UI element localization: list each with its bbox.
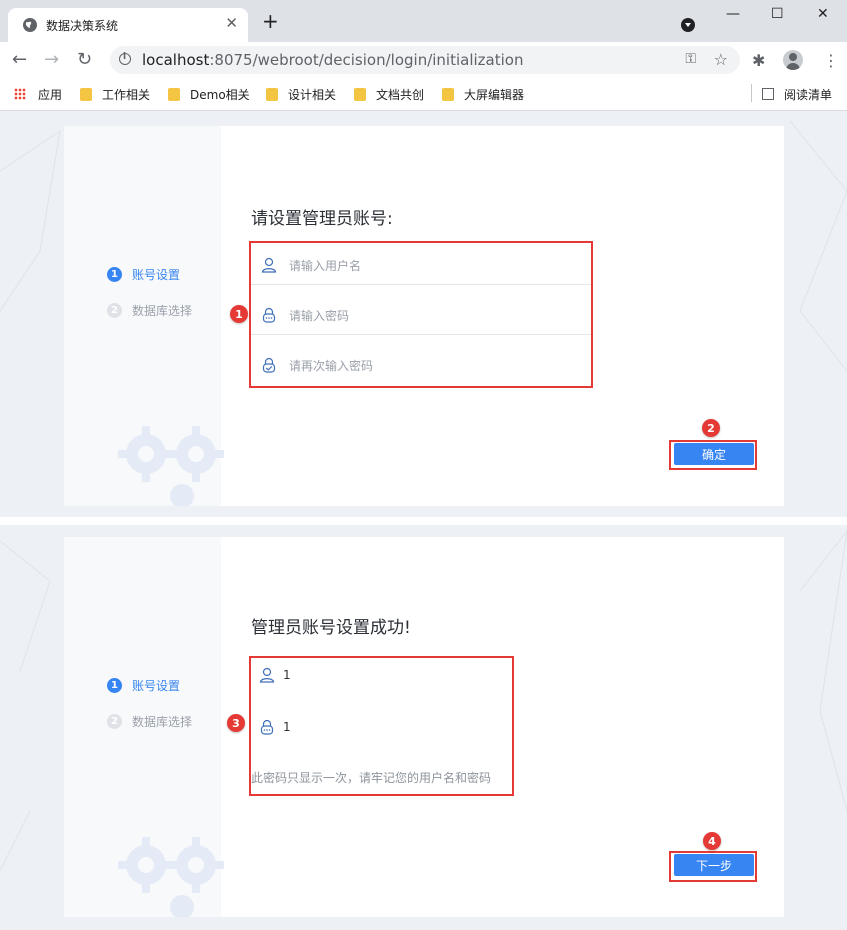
bookmark-label: Demo相关 [190, 87, 250, 102]
maximize-button[interactable]: ☐ [771, 6, 784, 22]
step-number: 2 [107, 303, 122, 318]
step-account: 1 账号设置 [107, 677, 180, 694]
tab-close-icon[interactable]: ✕ [225, 14, 238, 32]
reading-list-icon [762, 88, 774, 100]
url-host: localhost [142, 51, 210, 69]
marker-2: 2 [702, 419, 720, 437]
marker-4: 4 [703, 832, 721, 850]
step-account: 1 账号设置 [107, 266, 180, 283]
highlight-account-info [249, 656, 514, 796]
bookmark-folder[interactable]: 工作相关 [80, 85, 150, 103]
bookmark-label: 工作相关 [102, 87, 151, 102]
reload-button[interactable]: ↻ [77, 50, 92, 70]
gears-decoration-icon [118, 837, 224, 917]
site-info-icon[interactable] [119, 52, 131, 65]
bookmark-label: 文档共创 [376, 87, 425, 102]
reading-list-label: 阅读清单 [784, 87, 833, 102]
bookmark-label: 大屏编辑器 [464, 87, 525, 102]
highlight-next-button [669, 851, 757, 882]
highlight-confirm-button [669, 440, 757, 470]
browser-toolbar: ← → ↻ localhost:8075/webroot/decision/lo… [0, 42, 847, 78]
apps-grid-icon [14, 88, 26, 100]
bookmark-star-icon[interactable]: ☆ [714, 50, 728, 69]
bookmark-apps[interactable]: 应用 [14, 85, 62, 103]
step-number: 1 [107, 678, 122, 693]
step-database: 2 数据库选择 [107, 302, 192, 319]
gears-decoration-icon [118, 426, 224, 506]
bookmarks-bar: 应用 工作相关 Demo相关 设计相关 文档共创 大屏编辑器 阅读清单 [0, 78, 847, 111]
folder-icon [168, 87, 180, 101]
folder-icon [354, 87, 366, 101]
step-database: 2 数据库选择 [107, 713, 192, 730]
folder-icon [266, 87, 278, 101]
step-label: 数据库选择 [132, 304, 193, 318]
bookmarks-divider [751, 84, 752, 102]
profile-menu-icon[interactable] [681, 18, 695, 32]
folder-icon [80, 87, 92, 101]
folder-icon [442, 87, 454, 101]
steps-sidebar: 1 账号设置 2 数据库选择 [64, 126, 224, 506]
new-tab-button[interactable]: + [262, 11, 279, 31]
bookmark-label: 应用 [38, 87, 63, 102]
globe-icon [23, 18, 37, 32]
url-path: :8075/webroot/decision/login/initializat… [209, 51, 524, 69]
bookmark-folder[interactable]: 设计相关 [266, 85, 336, 103]
close-window-button[interactable]: ✕ [817, 6, 829, 22]
setup-heading: 请设置管理员账号: [251, 209, 393, 229]
bookmark-folder[interactable]: 文档共创 [354, 85, 424, 103]
extensions-icon[interactable]: ✱ [752, 51, 765, 70]
step-number: 2 [107, 714, 122, 729]
bookmark-label: 设计相关 [288, 87, 337, 102]
step-label: 账号设置 [132, 268, 181, 282]
reading-list[interactable]: 阅读清单 [762, 85, 832, 103]
step-number: 1 [107, 267, 122, 282]
step-label: 账号设置 [132, 679, 181, 693]
bookmark-folder[interactable]: 大屏编辑器 [442, 85, 524, 103]
marker-3: 3 [227, 714, 245, 732]
success-heading: 管理员账号设置成功! [251, 618, 411, 638]
bookmark-folder[interactable]: Demo相关 [168, 85, 250, 103]
tab-title: 数据决策系统 [46, 19, 119, 33]
url-text: localhost:8075/webroot/decision/login/in… [142, 51, 523, 69]
address-bar[interactable]: localhost:8075/webroot/decision/login/in… [110, 46, 740, 74]
back-button[interactable]: ← [12, 50, 27, 70]
steps-sidebar: 1 账号设置 2 数据库选择 [64, 537, 224, 917]
browser-titlebar: 数据决策系统 ✕ + — ☐ ✕ [0, 0, 847, 42]
highlight-account-form [249, 241, 593, 388]
browser-tab[interactable]: 数据决策系统 ✕ [8, 8, 248, 42]
section-divider [0, 517, 847, 525]
minimize-button[interactable]: — [726, 6, 740, 22]
step-label: 数据库选择 [132, 715, 193, 729]
browser-menu-icon[interactable]: ⋮ [823, 51, 839, 70]
profile-avatar[interactable] [783, 50, 803, 70]
forward-button[interactable]: → [44, 50, 59, 70]
key-icon[interactable]: ⚿ [685, 51, 696, 67]
marker-1: 1 [230, 305, 248, 323]
